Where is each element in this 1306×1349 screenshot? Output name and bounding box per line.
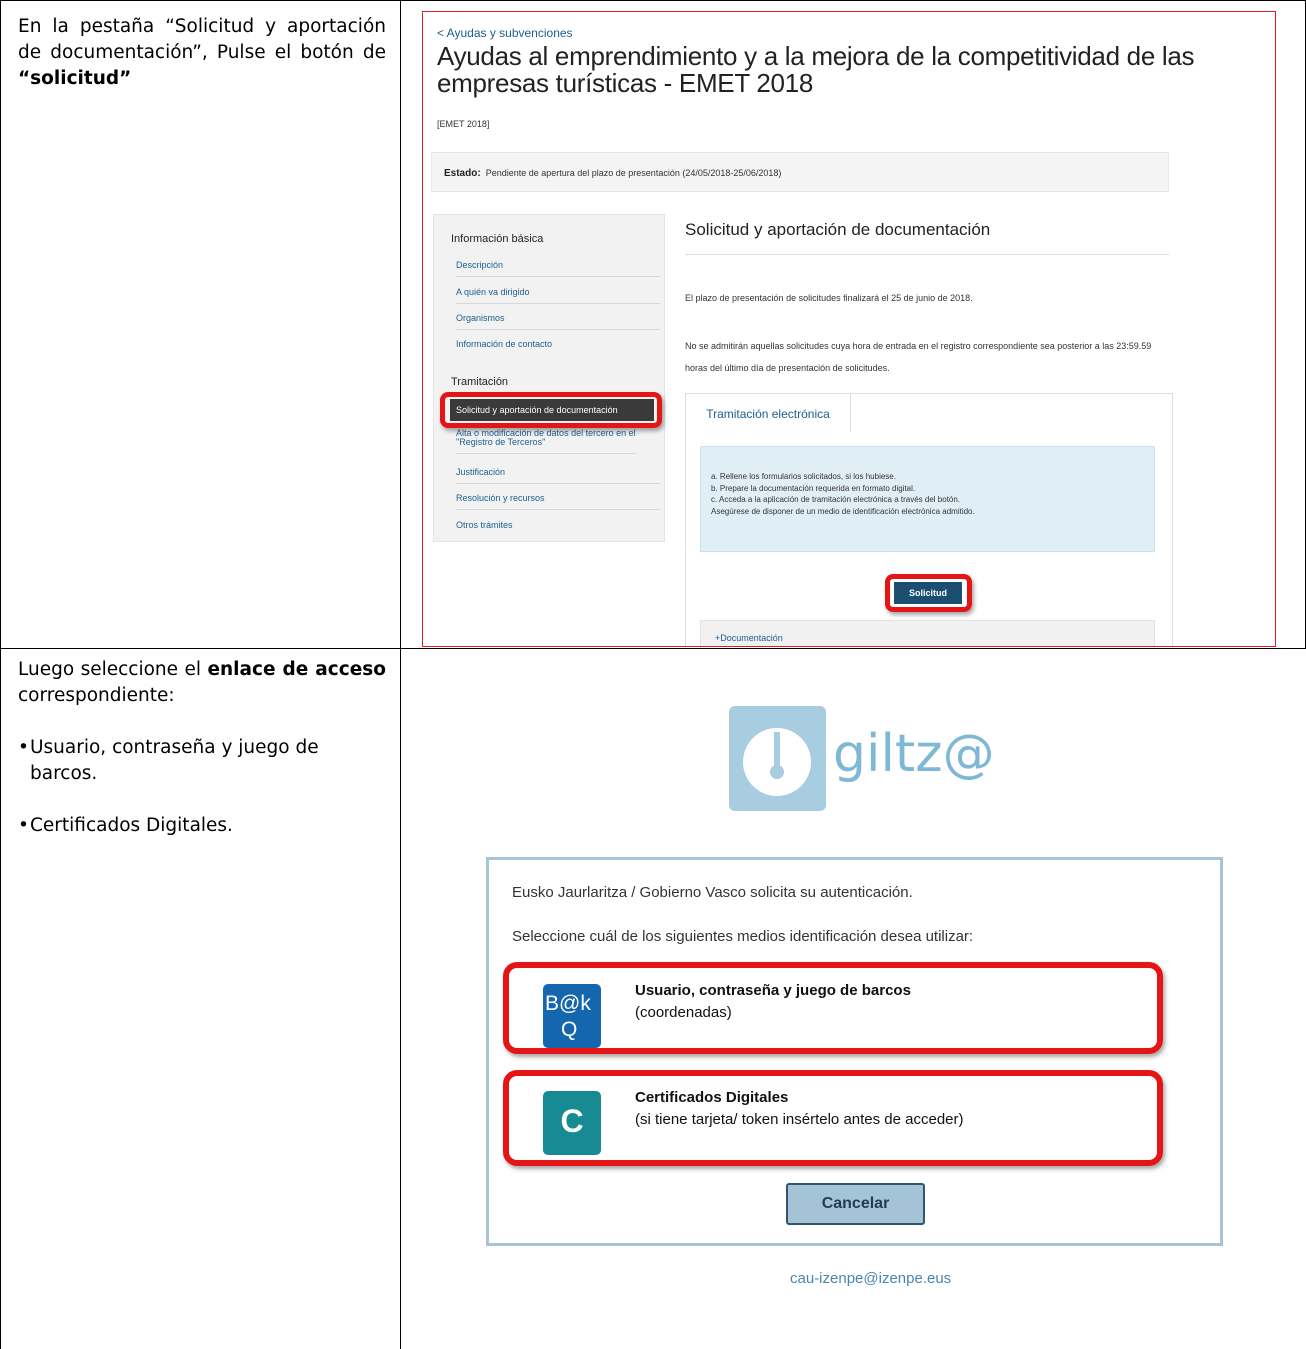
steps-box: a. Rellene los formularios solicitados, … <box>700 446 1155 552</box>
highlight-option-bakq <box>503 962 1163 1054</box>
table-column-divider <box>400 0 401 1349</box>
instruction-2-intro: Luego seleccione el <box>18 659 208 680</box>
instruction-2-bold: enlace de acceso <box>207 659 386 680</box>
content-paragraph-1: El plazo de presentación de solicitudes … <box>685 293 973 303</box>
sidebar-item-otros[interactable]: Otros trámites <box>456 520 660 536</box>
instruction-2-intro-end: correspondiente: <box>18 685 175 706</box>
step-b: b. Prepare la documentación requerida en… <box>711 483 916 493</box>
bullet-icon: • <box>18 737 29 758</box>
screenshot-ayudas-page: < Ayudas y subvenciones Ayudas al empren… <box>422 11 1276 647</box>
bullet-icon: • <box>18 815 29 836</box>
sidebar: Información básica Descripción A quién v… <box>433 214 665 542</box>
instruction-1-text: En la pestaña “Solicitud y aportación de… <box>18 16 386 63</box>
content-divider <box>685 254 1169 255</box>
procedure-code: [EMET 2018] <box>437 119 490 129</box>
giltza-logo-text: giltz@ <box>833 724 995 784</box>
instruction-2: Luego seleccione el enlace de acceso cor… <box>18 657 386 839</box>
step-c: c. Acceda a la aplicación de tramitación… <box>711 495 961 504</box>
status-label: Estado: <box>444 168 481 179</box>
table-border-left <box>0 0 1 1349</box>
content-heading: Solicitud y aportación de documentación <box>685 220 991 239</box>
sidebar-item-justificacion[interactable]: Justificación <box>456 467 660 484</box>
sidebar-item-contacto[interactable]: Información de contacto <box>456 339 660 355</box>
auth-request-text: Eusko Jaurlaritza / Gobierno Vasco solic… <box>512 884 913 901</box>
status-value: Pendiente de apertura del plazo de prese… <box>485 168 782 178</box>
highlight-solicitud-button <box>885 574 972 612</box>
sidebar-heading-basic: Información básica <box>451 233 544 245</box>
instruction-1: En la pestaña “Solicitud y aportación de… <box>18 14 386 92</box>
sidebar-item-organismos[interactable]: Organismos <box>456 313 660 330</box>
breadcrumb-link[interactable]: < Ayudas y subvenciones <box>437 26 573 40</box>
cancel-button[interactable]: Cancelar <box>786 1183 925 1225</box>
documentacion-expander[interactable]: +Documentación <box>700 620 1155 646</box>
instruction-1-bold: “solicitud” <box>18 68 132 89</box>
tab-tramitacion-electronica[interactable]: Tramitación electrónica <box>685 393 851 432</box>
table-row-divider <box>0 648 1306 649</box>
bullet-item: • Certificados Digitales. <box>18 813 386 839</box>
support-email-link[interactable]: cau-izenpe@izenpe.eus <box>790 1270 951 1287</box>
bullet-text: Usuario, contraseña y juego de barcos. <box>30 737 319 784</box>
sidebar-heading-tramitacion: Tramitación <box>451 376 509 388</box>
bullet-text: Certificados Digitales. <box>30 815 233 836</box>
status-bar: Estado: Pendiente de apertura del plazo … <box>431 152 1169 192</box>
page-title: Ayudas al emprendimiento y a la mejora d… <box>437 41 1195 98</box>
sidebar-item-alta[interactable]: Alta o modificación de datos del tercero… <box>456 429 636 454</box>
auth-select-text: Seleccione cuál de los siguientes medios… <box>512 928 974 945</box>
bullet-item: • Usuario, contraseña y juego de barcos. <box>18 735 386 787</box>
content-paragraph-2: No se admitirán aquellas solicitudes cuy… <box>685 341 1152 373</box>
table-border-top <box>0 0 1306 1</box>
step-a: a. Rellene los formularios solicitados, … <box>711 472 896 481</box>
step-c-note: Asegúrese de disponer de un medio de ide… <box>711 506 975 516</box>
sidebar-item-descripcion[interactable]: Descripción <box>456 260 660 277</box>
giltza-logo-icon <box>729 706 826 811</box>
highlight-option-certificados <box>503 1070 1163 1166</box>
highlight-sidebar-solicitud <box>440 392 662 428</box>
sidebar-item-a-quien[interactable]: A quién va dirigido <box>456 287 660 304</box>
sidebar-item-resolucion[interactable]: Resolución y recursos <box>456 493 660 510</box>
